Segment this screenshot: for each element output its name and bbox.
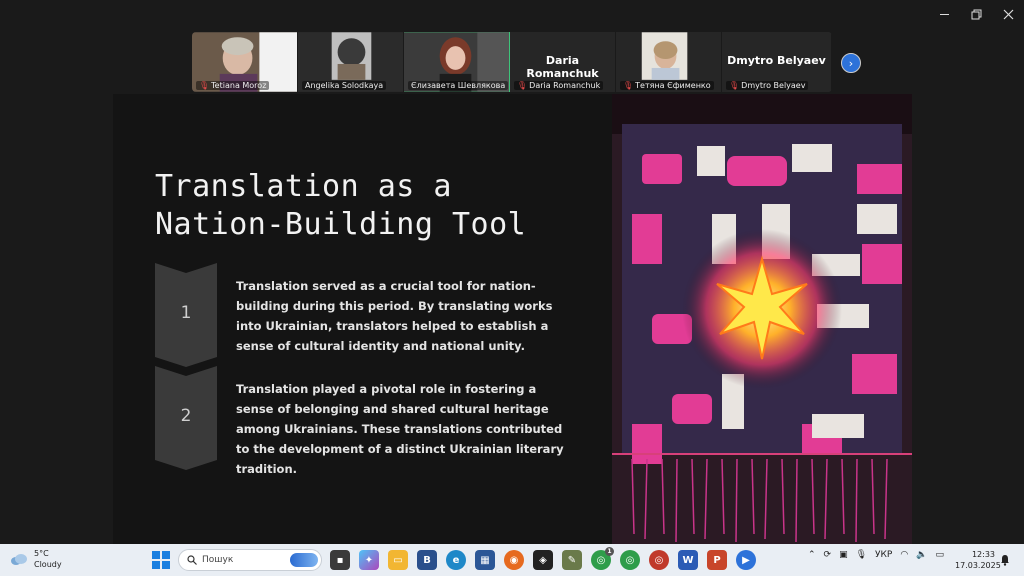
mic-off-icon: 🎙 — [517, 81, 528, 90]
weather-desc: Cloudy — [34, 560, 62, 569]
battery-icon[interactable]: ▭ — [935, 550, 944, 560]
store-icon[interactable]: ▦ — [475, 550, 495, 570]
participant-tile-active[interactable]: Єлизавета Шевлякова — [404, 32, 510, 92]
sync-icon[interactable]: ⟳ — [824, 550, 832, 560]
slide-title: Translation as a Nation-Building Tool — [155, 169, 527, 242]
step-number: 2 — [180, 406, 192, 426]
participant-tile[interactable]: Angelika Solodkaya — [298, 32, 404, 92]
weather-temp: 5°C — [34, 549, 49, 558]
participant-tile[interactable]: 🎙 Tetiana Moroz — [192, 32, 298, 92]
language-indicator[interactable]: УКР — [875, 550, 892, 560]
close-icon — [1003, 9, 1013, 19]
cloud-icon — [11, 554, 27, 565]
clock[interactable]: 12:33 17.03.2025 — [955, 549, 1001, 571]
chrome-profile-icon[interactable]: ◎ — [620, 550, 640, 570]
participant-display-name: Dmytro Belyaev — [727, 54, 826, 67]
step-text: Translation served as a crucial tool for… — [236, 279, 553, 353]
volume-icon[interactable]: 🔈 — [916, 550, 927, 560]
firefox-icon[interactable]: ◉ — [504, 550, 524, 570]
participant-name: 🎙 Тетяна Єфименко — [620, 81, 714, 90]
clock-time: 12:33 — [971, 550, 995, 559]
edge-icon[interactable]: e — [446, 550, 466, 570]
restore-button[interactable] — [960, 0, 992, 28]
next-page-button[interactable]: › — [841, 53, 861, 73]
taskbar: 5°C Cloudy Пошук ▪ ✦ ▭ B e ▦ ◉ ◈ ✎ ◎ 1 ◎… — [0, 544, 1024, 576]
task-view-icon[interactable]: ▪ — [330, 550, 350, 570]
participant-display-name: Daria Romanchuk — [526, 54, 599, 80]
step-number: 1 — [180, 303, 192, 323]
participant-name: 🎙 Daria Romanchuk — [514, 81, 604, 90]
mic-off-icon: 🎙 — [199, 81, 210, 90]
participant-strip: 🎙 Tetiana Moroz Angelika Solodkaya Єлизав… — [192, 32, 832, 92]
participant-name: Єлизавета Шевлякова — [408, 81, 509, 90]
search-placeholder: Пошук — [202, 555, 234, 565]
step-marker: 1 — [155, 263, 217, 367]
mic-off-icon: 🎙 — [729, 81, 740, 90]
chrome-icon[interactable]: ◎ 1 — [591, 547, 614, 570]
step-marker: 2 — [155, 366, 217, 470]
minimize-icon — [939, 13, 949, 15]
b-app-icon[interactable]: B — [417, 550, 437, 570]
weather-widget[interactable]: 5°C Cloudy — [10, 548, 62, 570]
chevron-up-icon[interactable]: ⌃ — [808, 550, 816, 560]
minimize-button[interactable] — [928, 0, 960, 28]
illustration-image — [612, 94, 912, 544]
notification-bell-icon[interactable] — [999, 554, 1011, 566]
chevron-right-icon: › — [848, 56, 854, 70]
window-controls — [928, 0, 1024, 30]
powerpoint-icon[interactable]: P — [707, 550, 727, 570]
step-text: Translation played a pivotal role in fos… — [236, 382, 564, 476]
dropbox-icon[interactable]: ◈ — [533, 550, 553, 570]
participant-tile[interactable]: Daria Romanchuk 🎙 Daria Romanchuk — [510, 32, 616, 92]
start-button[interactable] — [152, 551, 170, 573]
wifi-icon[interactable]: ◠ — [900, 550, 908, 560]
zoom-icon[interactable]: ▶ — [736, 550, 756, 570]
system-tray: ⌃ ⟳ ▣ 🎙 УКР ◠ 🔈 ▭ — [808, 550, 944, 560]
close-button[interactable] — [992, 0, 1024, 28]
restore-icon — [971, 9, 981, 19]
file-explorer-icon[interactable]: ▭ — [388, 550, 408, 570]
word-icon[interactable]: W — [678, 550, 698, 570]
participant-name: 🎙 Tetiana Moroz — [196, 81, 270, 90]
app-icon[interactable]: ✎ — [562, 550, 582, 570]
mic-off-icon: 🎙 — [623, 81, 634, 90]
meeting-window: 🎙 Tetiana Moroz Angelika Solodkaya Єлизав… — [0, 0, 1024, 576]
clock-date: 17.03.2025 — [955, 561, 1001, 570]
participant-name: Angelika Solodkaya — [302, 81, 387, 90]
drive-icon[interactable]: ▣ — [839, 550, 848, 560]
participant-name: 🎙 Dmytro Belyaev — [726, 81, 809, 90]
search-highlight-image — [290, 553, 318, 567]
pinned-apps: ▪ ✦ ▭ B e ▦ ◉ ◈ ✎ ◎ 1 ◎ ◎ W P ▶ — [330, 547, 756, 570]
chrome-alt-icon[interactable]: ◎ — [649, 550, 669, 570]
copilot-icon[interactable]: ✦ — [359, 550, 379, 570]
participant-tile[interactable]: Dmytro Belyaev 🎙 Dmytro Belyaev — [722, 32, 832, 92]
search-icon — [187, 555, 197, 565]
notification-badge: 1 — [605, 547, 614, 556]
shared-slide: Translation as a Nation-Building Tool 1 … — [113, 94, 912, 544]
windows-icon — [152, 551, 170, 569]
microphone-icon[interactable]: 🎙 — [856, 550, 867, 560]
participant-tile[interactable]: 🎙 Тетяна Єфименко — [616, 32, 722, 92]
search-box[interactable]: Пошук — [178, 549, 322, 571]
